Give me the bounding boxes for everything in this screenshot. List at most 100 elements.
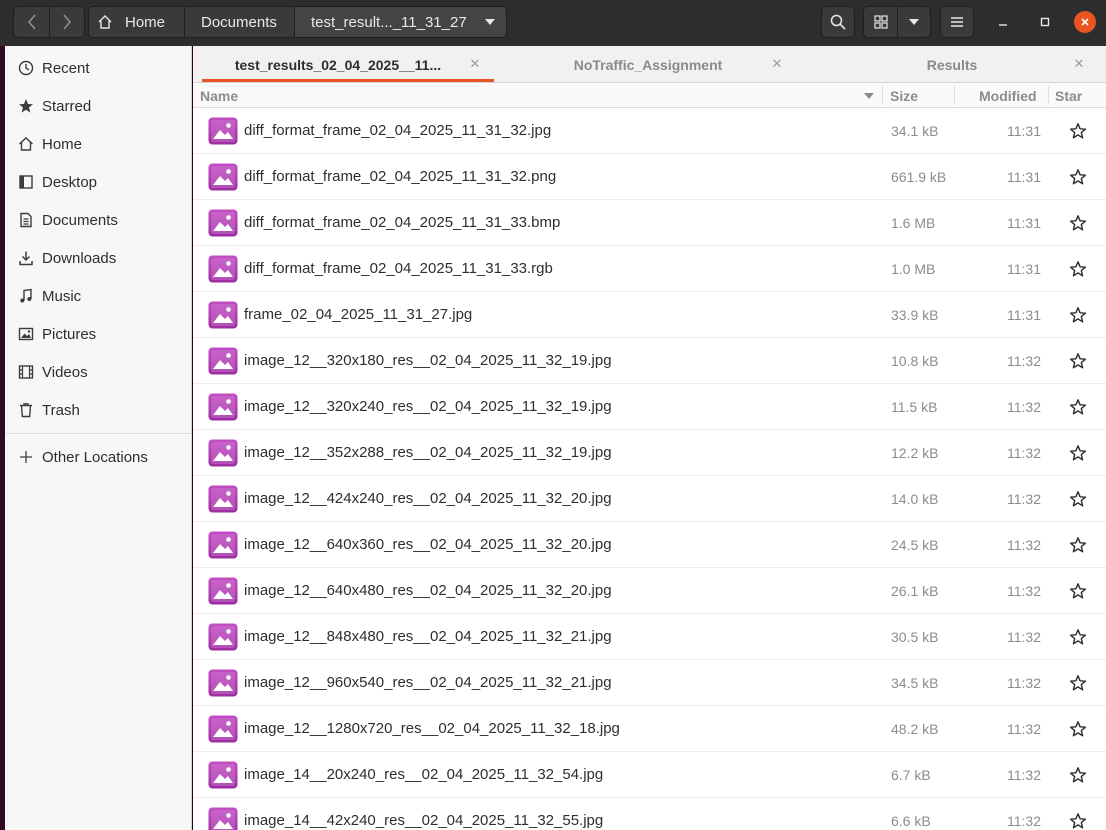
sidebar-item-desktop[interactable]: Desktop xyxy=(5,164,191,200)
menu-button[interactable] xyxy=(940,6,974,38)
file-row[interactable]: diff_format_frame_02_04_2025_11_31_32.jp… xyxy=(193,108,1106,154)
breadcrumb-documents[interactable]: Documents xyxy=(184,7,294,37)
view-options-group xyxy=(863,6,931,38)
star-icon[interactable] xyxy=(1069,766,1087,784)
sidebar-item-pictures[interactable]: Pictures xyxy=(5,316,191,352)
tab-results[interactable]: Results xyxy=(802,46,1102,83)
tab-close-button[interactable]: ✕ xyxy=(1071,56,1087,72)
file-name: image_12__320x180_res__02_04_2025_11_32_… xyxy=(244,352,612,369)
file-row[interactable]: image_12__960x540_res__02_04_2025_11_32_… xyxy=(193,660,1106,706)
image-file-icon xyxy=(208,209,238,237)
home-icon xyxy=(18,136,34,152)
star-icon[interactable] xyxy=(1069,582,1087,600)
breadcrumb-current-folder[interactable]: test_result..._11_31_27 xyxy=(294,7,506,37)
sidebar-item-music[interactable]: Music xyxy=(5,278,191,314)
file-row[interactable]: diff_format_frame_02_04_2025_11_31_32.pn… xyxy=(193,154,1106,200)
sidebar-item-label: Other Locations xyxy=(42,448,148,466)
column-header-bar: Name Size Modified Star xyxy=(193,83,1106,108)
star-icon[interactable] xyxy=(1069,398,1087,416)
file-modified: 11:31 xyxy=(1007,307,1041,323)
file-row[interactable]: image_12__352x288_res__02_04_2025_11_32_… xyxy=(193,430,1106,476)
file-row[interactable]: image_12__640x360_res__02_04_2025_11_32_… xyxy=(193,522,1106,568)
sidebar-item-documents[interactable]: Documents xyxy=(5,202,191,238)
tab-test-results[interactable]: test_results_02_04_2025__11... xyxy=(202,46,494,83)
file-row[interactable]: image_14__20x240_res__02_04_2025_11_32_5… xyxy=(193,752,1106,798)
minimize-button[interactable] xyxy=(992,11,1014,33)
navigation-buttons xyxy=(13,6,85,38)
image-file-icon xyxy=(208,761,238,789)
star-icon[interactable] xyxy=(1069,260,1087,278)
image-file-icon xyxy=(208,715,238,743)
star-icon[interactable] xyxy=(1069,812,1087,830)
tab-notraffic-assignment[interactable]: NoTraffic_Assignment xyxy=(498,46,798,83)
file-row[interactable]: diff_format_frame_02_04_2025_11_31_33.bm… xyxy=(193,200,1106,246)
star-icon[interactable] xyxy=(1069,444,1087,462)
star-icon[interactable] xyxy=(1069,122,1087,140)
star-icon[interactable] xyxy=(1069,674,1087,692)
image-file-icon xyxy=(208,347,238,375)
column-header-name[interactable]: Name xyxy=(200,83,238,108)
sidebar-item-label: Music xyxy=(42,287,82,305)
file-row[interactable]: image_12__1280x720_res__02_04_2025_11_32… xyxy=(193,706,1106,752)
back-button[interactable] xyxy=(14,7,49,37)
file-row[interactable]: image_12__424x240_res__02_04_2025_11_32_… xyxy=(193,476,1106,522)
star-icon[interactable] xyxy=(1069,214,1087,232)
file-name: diff_format_frame_02_04_2025_11_31_33.bm… xyxy=(244,214,561,231)
sidebar-item-recent[interactable]: Recent xyxy=(5,50,191,86)
tab-close-button[interactable]: ✕ xyxy=(769,56,785,72)
sidebar-item-downloads[interactable]: Downloads xyxy=(5,240,191,276)
star-icon[interactable] xyxy=(1069,352,1087,370)
image-file-icon xyxy=(208,623,238,651)
file-size: 14.0 kB xyxy=(891,491,939,507)
file-modified: 11:31 xyxy=(1007,169,1041,185)
image-file-icon xyxy=(208,117,238,145)
file-name: image_14__20x240_res__02_04_2025_11_32_5… xyxy=(244,766,604,783)
star-icon[interactable] xyxy=(1069,306,1087,324)
grid-view-button[interactable] xyxy=(864,7,897,37)
search-button[interactable] xyxy=(821,6,855,38)
sidebar-item-other-locations[interactable]: Other Locations xyxy=(5,439,191,475)
sort-descending-icon[interactable] xyxy=(863,92,875,100)
maximize-icon xyxy=(1040,17,1050,27)
search-icon xyxy=(830,14,846,30)
maximize-button[interactable] xyxy=(1034,11,1056,33)
sidebar-item-home[interactable]: Home xyxy=(5,126,191,162)
video-icon xyxy=(18,364,34,380)
file-row[interactable]: image_12__320x180_res__02_04_2025_11_32_… xyxy=(193,338,1106,384)
sidebar-item-trash[interactable]: Trash xyxy=(5,392,191,428)
file-row[interactable]: image_14__42x240_res__02_04_2025_11_32_5… xyxy=(193,798,1106,830)
file-size: 33.9 kB xyxy=(891,307,939,323)
file-modified: 11:32 xyxy=(1007,813,1041,829)
sidebar-item-videos[interactable]: Videos xyxy=(5,354,191,390)
image-file-icon xyxy=(208,439,238,467)
file-name: diff_format_frame_02_04_2025_11_31_32.jp… xyxy=(244,122,552,139)
close-icon: ✕ xyxy=(469,56,481,71)
column-header-size[interactable]: Size xyxy=(890,83,918,108)
file-row[interactable]: diff_format_frame_02_04_2025_11_31_33.rg… xyxy=(193,246,1106,292)
sidebar-item-starred[interactable]: Starred xyxy=(5,88,191,124)
tab-close-button[interactable]: ✕ xyxy=(467,56,483,72)
tab-label: Results xyxy=(926,56,978,73)
star-icon[interactable] xyxy=(1069,536,1087,554)
file-modified: 11:31 xyxy=(1007,123,1041,139)
view-dropdown-button[interactable] xyxy=(897,7,930,37)
column-header-modified[interactable]: Modified xyxy=(979,83,1037,108)
forward-button[interactable] xyxy=(49,7,84,37)
file-row[interactable]: frame_02_04_2025_11_31_27.jpg 33.9 kB 11:3… xyxy=(193,292,1106,338)
star-icon[interactable] xyxy=(1069,628,1087,646)
file-name: frame_02_04_2025_11_31_27.jpg xyxy=(244,306,473,323)
star-icon[interactable] xyxy=(1069,720,1087,738)
clock-icon xyxy=(18,60,34,76)
file-row[interactable]: image_12__640x480_res__02_04_2025_11_32_… xyxy=(193,568,1106,614)
close-button[interactable] xyxy=(1074,11,1096,33)
sidebar: Recent Starred Home Desktop Documents Do… xyxy=(5,46,192,830)
file-modified: 11:32 xyxy=(1007,675,1041,691)
star-icon xyxy=(18,98,34,114)
file-row[interactable]: image_12__848x480_res__02_04_2025_11_32_… xyxy=(193,614,1106,660)
breadcrumb-home[interactable]: Home xyxy=(89,7,184,37)
file-row[interactable]: image_12__320x240_res__02_04_2025_11_32_… xyxy=(193,384,1106,430)
star-icon[interactable] xyxy=(1069,168,1087,186)
image-file-icon xyxy=(208,669,238,697)
column-header-star[interactable]: Star xyxy=(1055,83,1082,108)
star-icon[interactable] xyxy=(1069,490,1087,508)
